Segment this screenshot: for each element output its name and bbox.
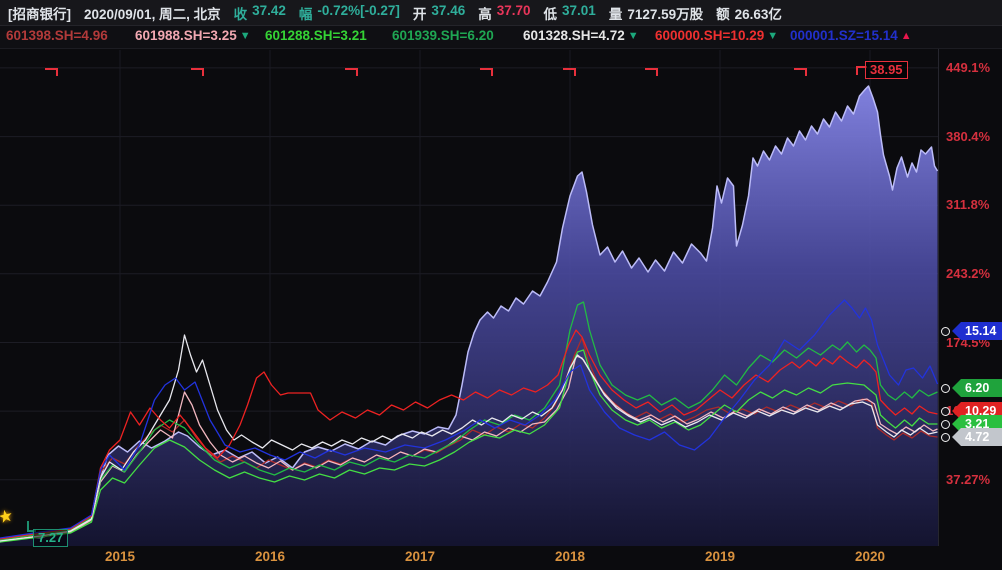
- badge-ring-icon: [941, 326, 950, 336]
- down-arrow-icon: ▼: [767, 29, 779, 42]
- field-value: 7127.59万股: [627, 6, 704, 22]
- field-value: 37.70: [496, 2, 531, 18]
- legend-code: 600000.SH=10.29: [655, 28, 765, 43]
- badge-ring-icon: [941, 432, 950, 442]
- y-axis-tick: 311.8%: [946, 197, 990, 213]
- quote-field: 额 26.63亿: [716, 3, 782, 23]
- field-label: 高: [478, 6, 492, 22]
- up-arrow-icon: ▲: [900, 29, 912, 42]
- field-label: 量: [608, 6, 623, 22]
- down-arrow-icon: ▼: [239, 29, 251, 42]
- badge-value: 6.20: [952, 379, 1002, 397]
- y-axis-tick: 449.1%: [946, 59, 991, 75]
- legend-item[interactable]: 601939.SH=6.20: [392, 28, 494, 43]
- legend-code: 601939.SH=6.20: [392, 28, 494, 43]
- field-label: 低: [543, 6, 558, 22]
- legend-item[interactable]: 601328.SH=4.72 ▼: [523, 28, 639, 43]
- y-axis-tick: 243.2%: [946, 265, 991, 281]
- quote-field: 量 7127.59万股: [609, 3, 703, 23]
- quote-field: 低 37.01: [544, 3, 596, 23]
- flag-marker-icon: [480, 68, 493, 76]
- all-time-high-label: 38.95: [865, 61, 908, 79]
- legend-code: 601328.SH=4.72: [523, 28, 625, 43]
- legend-code: 601398.SH=4.96: [6, 28, 108, 43]
- field-value: 37.42: [252, 2, 286, 18]
- flag-marker-icon: [190, 68, 204, 76]
- legend-item[interactable]: 601988.SH=3.25 ▼: [135, 28, 251, 43]
- flag-marker-icon: [645, 68, 658, 76]
- quote-field: 幅 -0.72%[-0.27]: [299, 3, 400, 23]
- flag-marker-icon: [345, 68, 358, 76]
- field-value: 37.46: [431, 2, 466, 18]
- legend-item[interactable]: 000001.SZ=15.14 ▲: [790, 28, 912, 43]
- field-label: 额: [716, 6, 730, 22]
- performance-chart[interactable]: [0, 0, 1002, 570]
- stock-chart-app: [招商银行] 2020/09/01, 周二, 北京 收 37.42 幅 -0.72%[…: [0, 0, 1002, 570]
- legend-code: 000001.SZ=15.14: [790, 28, 898, 43]
- legend-code: 601988.SH=3.25: [135, 28, 237, 43]
- quote-field: 高 37.70: [478, 3, 530, 23]
- y-axis-tick: 380.4%: [946, 128, 991, 144]
- price-badge: 4.72: [941, 428, 1002, 446]
- price-badge: 6.20: [941, 379, 1002, 397]
- start-price-label: 7.27: [33, 529, 69, 547]
- x-axis-tick: 2017: [404, 549, 436, 564]
- legend-code: 601288.SH=3.21: [265, 28, 367, 43]
- x-axis-tick: 2018: [554, 549, 586, 564]
- x-axis-tick: 2015: [104, 549, 136, 564]
- title-bar: [招商银行] 2020/09/01, 周二, 北京 收 37.42 幅 -0.72%[…: [0, 0, 1002, 26]
- flag-marker-icon: [793, 68, 807, 76]
- field-label: 开: [412, 6, 427, 22]
- field-value: 37.01: [562, 2, 596, 18]
- legend-row: 601398.SH=4.96 601988.SH=3.25 ▼ 601288.SH=3…: [0, 26, 1002, 49]
- flag-marker-icon: [562, 68, 576, 76]
- legend-item[interactable]: 600000.SH=10.29 ▼: [655, 28, 778, 43]
- legend-item[interactable]: 601288.SH=3.21: [265, 28, 367, 43]
- down-arrow-icon: ▼: [627, 29, 639, 42]
- x-axis-tick: 2019: [704, 549, 736, 564]
- badge-value: 15.14: [952, 322, 1002, 340]
- date-text: 2020/09/01, 周二, 北京: [84, 6, 221, 22]
- x-axis-tick: 2016: [254, 549, 286, 564]
- badge-ring-icon: [941, 383, 950, 393]
- price-badge: 15.14: [941, 322, 1002, 340]
- field-label: 收: [233, 6, 248, 22]
- field-value: -0.72%[-0.27]: [317, 2, 400, 18]
- quote-field: 开 37.46: [413, 3, 465, 23]
- stock-name: [招商银行]: [8, 6, 71, 22]
- legend-item[interactable]: 601398.SH=4.96: [6, 28, 108, 43]
- field-value: 26.63亿: [734, 6, 782, 22]
- x-axis-tick: 2020: [854, 549, 886, 564]
- quote-field: 收 37.42: [234, 3, 286, 23]
- field-label: 幅: [298, 6, 313, 22]
- y-axis-tick: 37.27%: [946, 471, 991, 487]
- badge-value: 4.72: [952, 428, 1002, 446]
- flag-marker-icon: [45, 68, 58, 76]
